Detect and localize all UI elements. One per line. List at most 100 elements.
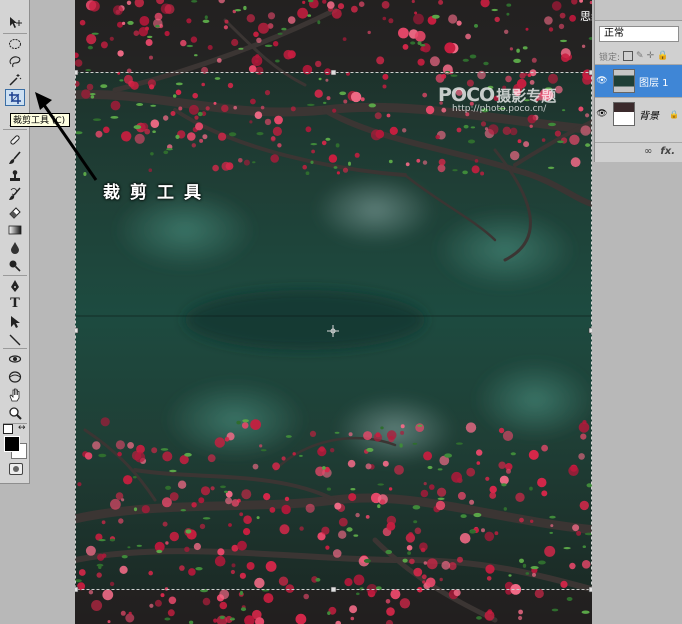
poco-logo-text: POCO <box>438 84 495 106</box>
lock-move-icon[interactable]: ✛ <box>647 51 655 61</box>
blossom <box>342 37 347 41</box>
zoom-tool[interactable] <box>5 404 25 421</box>
blossom <box>121 498 125 502</box>
hand-tool[interactable] <box>5 386 25 403</box>
blossom <box>302 164 307 170</box>
leaf <box>186 44 194 48</box>
lasso-tool[interactable] <box>5 53 25 70</box>
swap-colors-icon[interactable]: ↔ <box>18 423 26 433</box>
blossom <box>381 1 390 9</box>
blossom <box>134 451 146 463</box>
leaf <box>127 20 134 25</box>
blossom <box>544 545 556 557</box>
path-selection-tool[interactable] <box>5 313 25 330</box>
blend-mode-select[interactable]: 正常 <box>599 26 679 42</box>
leaf <box>549 515 556 519</box>
3d-orbit-tool[interactable] <box>5 368 25 385</box>
blossom <box>75 59 83 67</box>
layer-thumbnail <box>613 102 635 126</box>
blossom <box>100 417 110 427</box>
blossom <box>200 486 211 496</box>
blossom <box>550 524 554 528</box>
type-icon: T <box>10 295 20 311</box>
3d-rotate-tool[interactable] <box>5 350 25 367</box>
blossom <box>544 16 553 25</box>
foreground-color-swatch[interactable] <box>4 436 20 452</box>
leaf <box>150 104 157 107</box>
leaf <box>413 520 418 524</box>
brush-tool[interactable] <box>5 149 25 166</box>
blossom <box>259 444 263 448</box>
blossom <box>175 89 182 96</box>
lock-all-icon[interactable]: 🔒 <box>657 51 668 61</box>
leaf <box>503 507 507 511</box>
blossom <box>302 0 306 4</box>
leaf <box>417 41 422 45</box>
blossom <box>118 518 124 524</box>
blossom <box>274 115 283 125</box>
pen-tool[interactable] <box>5 277 25 294</box>
lock-transparency-icon[interactable] <box>623 51 634 61</box>
leaf <box>242 419 249 423</box>
fx-icon[interactable]: fx. <box>660 146 675 157</box>
blossom <box>580 125 591 136</box>
blossom <box>260 105 265 110</box>
blossom <box>292 452 296 456</box>
blur-tool[interactable] <box>5 239 25 256</box>
layer-row-1[interactable]: 👁 图层 1 <box>595 64 682 97</box>
blossom <box>579 500 589 511</box>
blossom <box>237 540 247 551</box>
dodge-tool[interactable] <box>5 257 25 274</box>
blossom <box>502 126 511 135</box>
blossom <box>382 16 387 21</box>
leaf <box>444 453 452 458</box>
blossom <box>518 615 523 621</box>
quick-mask-button[interactable] <box>9 463 23 475</box>
leaf <box>582 545 586 548</box>
type-tool[interactable]: T <box>5 295 25 312</box>
watermark: 思缘设计论坛 WWW.MISSYUAN.COM <box>580 10 592 23</box>
layer-name[interactable]: 背景 <box>639 107 659 122</box>
blossom <box>379 499 386 505</box>
blossom <box>476 449 483 456</box>
blossom <box>309 430 317 437</box>
stamp-icon <box>10 169 20 181</box>
move-tool[interactable] <box>5 14 25 31</box>
clone-stamp-tool[interactable] <box>5 167 25 184</box>
gradient-tool[interactable] <box>5 221 25 238</box>
line-tool[interactable] <box>5 331 25 348</box>
blossom <box>272 462 280 471</box>
leaf <box>463 124 469 129</box>
blossom <box>194 115 199 120</box>
blossom <box>551 1 562 11</box>
leaf <box>98 539 106 542</box>
leaf <box>402 558 408 563</box>
leaf <box>173 94 177 98</box>
default-colors-icon[interactable] <box>3 424 13 434</box>
lock-brush-icon[interactable]: ✎ <box>636 51 644 61</box>
blossom <box>154 599 162 607</box>
blossom <box>325 78 329 82</box>
leaf <box>388 159 393 164</box>
blossom <box>585 113 590 118</box>
blossom <box>264 118 272 126</box>
healing-brush-tool[interactable] <box>5 131 25 148</box>
marquee-tool[interactable] <box>5 35 25 52</box>
leaf <box>350 488 356 491</box>
blossom <box>528 449 539 460</box>
eye-icon[interactable]: 👁 <box>595 109 609 119</box>
blossom <box>243 515 252 524</box>
leaf <box>136 103 144 106</box>
blossom <box>107 620 111 624</box>
leaf <box>456 442 463 445</box>
history-brush-tool[interactable] <box>5 185 25 202</box>
eye-icon[interactable]: 👁 <box>595 76 609 86</box>
layer-row-2[interactable]: 👁 背景 🔒 <box>595 97 682 130</box>
eraser-tool[interactable] <box>5 203 25 220</box>
magic-wand-tool[interactable] <box>5 71 25 88</box>
crop-tool[interactable] <box>5 89 25 106</box>
brush-icon <box>9 150 21 164</box>
blossom <box>498 427 505 434</box>
layer-name[interactable]: 图层 1 <box>639 74 669 89</box>
link-icon[interactable]: ∞ <box>644 146 652 157</box>
